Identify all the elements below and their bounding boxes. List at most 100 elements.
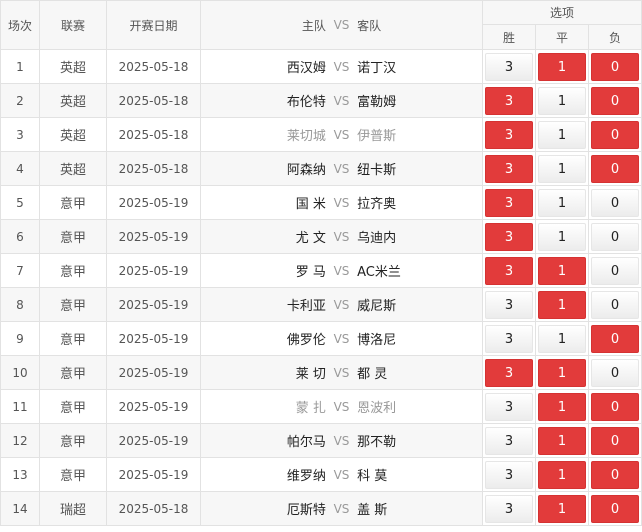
header-match: 主队 VS 客队: [200, 0, 483, 50]
option-win-cell: 3: [482, 457, 536, 492]
home-team: 维罗纳: [286, 469, 326, 484]
home-team: 厄斯特: [286, 503, 326, 518]
home-team: 蒙 扎: [295, 401, 326, 416]
row-date: 2025-05-19: [106, 457, 201, 492]
option-loss-cell: 0: [587, 287, 642, 322]
option-loss-button[interactable]: 0: [591, 392, 640, 421]
option-draw-cell: 1: [535, 253, 589, 288]
option-loss-button[interactable]: 0: [591, 358, 640, 387]
row-league: 意甲: [39, 423, 107, 458]
option-win-button[interactable]: 3: [485, 290, 533, 319]
option-loss-cell: 0: [587, 321, 642, 356]
option-draw-button[interactable]: 1: [538, 392, 586, 421]
vs-label: VS: [333, 195, 350, 210]
option-win-button[interactable]: 3: [485, 120, 533, 149]
option-draw-button[interactable]: 1: [538, 256, 586, 285]
option-win-button[interactable]: 3: [485, 188, 533, 217]
option-win-button[interactable]: 3: [485, 222, 533, 251]
row-match: 国 米 VS 拉齐奥: [200, 185, 483, 220]
row-league: 意甲: [39, 219, 107, 254]
option-loss-button[interactable]: 0: [591, 154, 640, 183]
option-loss-button[interactable]: 0: [591, 120, 640, 149]
option-win-cell: 3: [482, 185, 536, 220]
vs-label: VS: [333, 127, 350, 142]
option-draw-button[interactable]: 1: [538, 222, 586, 251]
option-draw-cell: 1: [535, 355, 589, 390]
option-loss-button[interactable]: 0: [591, 290, 640, 319]
row-index: 8: [0, 287, 40, 322]
vs-label: VS: [333, 501, 350, 516]
option-win-button[interactable]: 3: [485, 460, 533, 489]
row-date: 2025-05-19: [106, 423, 201, 458]
row-match: 维罗纳 VS 科 莫: [200, 457, 483, 492]
option-draw-button[interactable]: 1: [538, 460, 586, 489]
row-league: 英超: [39, 49, 107, 84]
option-win-button[interactable]: 3: [485, 86, 533, 115]
option-win-cell: 3: [482, 253, 536, 288]
vs-label: VS: [333, 297, 350, 312]
row-league: 意甲: [39, 253, 107, 288]
option-win-button[interactable]: 3: [485, 494, 533, 523]
header-date: 开赛日期: [106, 0, 201, 50]
option-draw-button[interactable]: 1: [538, 290, 586, 319]
option-win-cell: 3: [482, 117, 536, 152]
row-league: 意甲: [39, 321, 107, 356]
option-loss-button[interactable]: 0: [591, 426, 640, 455]
option-draw-cell: 1: [535, 151, 589, 186]
row-match: 西汉姆 VS 诺丁汉: [200, 49, 483, 84]
option-win-cell: 3: [482, 151, 536, 186]
header-win: 胜: [482, 24, 536, 50]
option-win-button[interactable]: 3: [485, 426, 533, 455]
option-win-button[interactable]: 3: [485, 256, 533, 285]
row-index: 6: [0, 219, 40, 254]
option-draw-button[interactable]: 1: [538, 120, 586, 149]
row-date: 2025-05-19: [106, 355, 201, 390]
option-draw-cell: 1: [535, 423, 589, 458]
option-draw-cell: 1: [535, 321, 589, 356]
away-team: 拉齐奥: [357, 197, 397, 212]
row-date: 2025-05-18: [106, 49, 201, 84]
option-draw-button[interactable]: 1: [538, 494, 586, 523]
option-draw-button[interactable]: 1: [538, 52, 586, 81]
row-date: 2025-05-19: [106, 185, 201, 220]
option-loss-button[interactable]: 0: [591, 460, 640, 489]
option-loss-button[interactable]: 0: [591, 324, 640, 353]
option-loss-button[interactable]: 0: [591, 222, 640, 251]
option-loss-button[interactable]: 0: [591, 188, 640, 217]
option-win-button[interactable]: 3: [485, 358, 533, 387]
home-team: 西汉姆: [286, 61, 326, 76]
option-draw-cell: 1: [535, 219, 589, 254]
option-loss-button[interactable]: 0: [591, 494, 640, 523]
option-draw-button[interactable]: 1: [538, 86, 586, 115]
option-draw-button[interactable]: 1: [538, 188, 586, 217]
option-draw-button[interactable]: 1: [538, 324, 586, 353]
row-league: 意甲: [39, 185, 107, 220]
row-index: 9: [0, 321, 40, 356]
header-draw: 平: [535, 24, 589, 50]
row-index: 13: [0, 457, 40, 492]
option-draw-button[interactable]: 1: [538, 426, 586, 455]
option-draw-button[interactable]: 1: [538, 154, 586, 183]
vs-label: VS: [333, 331, 350, 346]
row-index: 10: [0, 355, 40, 390]
table-header: 场次 联赛 开赛日期 主队 VS 客队 选项 胜 平 负: [0, 0, 642, 50]
vs-label: VS: [333, 399, 350, 414]
option-loss-button[interactable]: 0: [591, 52, 640, 81]
option-loss-button[interactable]: 0: [591, 256, 640, 285]
option-win-button[interactable]: 3: [485, 52, 533, 81]
home-team: 罗 马: [295, 265, 326, 280]
row-match: 莱切城 VS 伊普斯: [200, 117, 483, 152]
option-draw-button[interactable]: 1: [538, 358, 586, 387]
option-loss-cell: 0: [587, 389, 642, 424]
option-loss-button[interactable]: 0: [591, 86, 640, 115]
option-win-button[interactable]: 3: [485, 324, 533, 353]
option-win-button[interactable]: 3: [485, 392, 533, 421]
option-win-button[interactable]: 3: [485, 154, 533, 183]
row-match: 莱 切 VS 都 灵: [200, 355, 483, 390]
table-row: 10 意甲 2025-05-19 莱 切 VS 都 灵310: [0, 355, 642, 390]
option-loss-cell: 0: [587, 219, 642, 254]
row-date: 2025-05-18: [106, 83, 201, 118]
table-row: 5 意甲 2025-05-19 国 米 VS 拉齐奥 3 1 0: [0, 185, 642, 220]
row-match: 蒙 扎 VS 恩波利: [200, 389, 483, 424]
vs-label: VS: [333, 433, 350, 448]
